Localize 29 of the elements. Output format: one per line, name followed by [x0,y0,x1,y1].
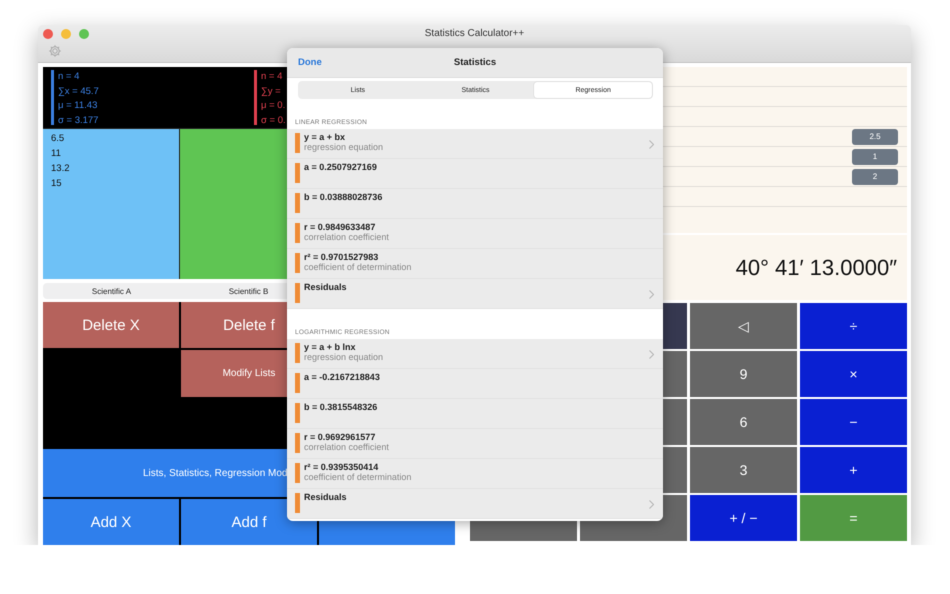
result-subtitle: correlation coefficient [304,442,389,452]
result-title: r² = 0.9701527983 [304,252,380,262]
stat-text: σ = 3.177 [58,114,99,128]
result-title: b = 0.3815548326 [304,402,378,412]
result-title: r = 0.9849633487 [304,222,376,232]
display-value: 40° 41′ 13.0000″ [736,254,897,280]
result-subtitle: coefficient of determination [304,472,412,482]
stat-text: n = 4 [58,70,80,84]
result-title: y = a + bx [304,132,346,142]
stat-text: σ = 0. [261,114,286,128]
result-subtitle: correlation coefficient [304,232,389,242]
stat-text: μ = 0. [261,99,286,113]
result-title: a = 0.2507927169 [304,162,377,172]
result-subtitle: coefficient of determination [304,262,412,272]
result-title: r² = 0.9395350414 [304,462,380,472]
stat-text: μ = 11.43 [58,99,98,113]
popover-title: Statistics [454,57,496,68]
list-value: 11 [51,147,62,161]
stat-text: ∑y = [261,84,282,98]
result-subtitle: regression equation [304,142,384,152]
result-title: r = 0.9692961577 [304,432,376,442]
stat-text: ∑x = 45.7 [58,84,99,98]
list-value: 15 [51,177,63,191]
window-title: Statistics Calculator++ [424,28,524,39]
list-value: 6.5 [51,132,66,146]
result-title: b = 0.03888028736 [304,192,382,202]
stat-text: n = 4 [261,70,284,84]
list-value: 13.2 [51,162,70,176]
result-title: Residuals [304,282,347,292]
